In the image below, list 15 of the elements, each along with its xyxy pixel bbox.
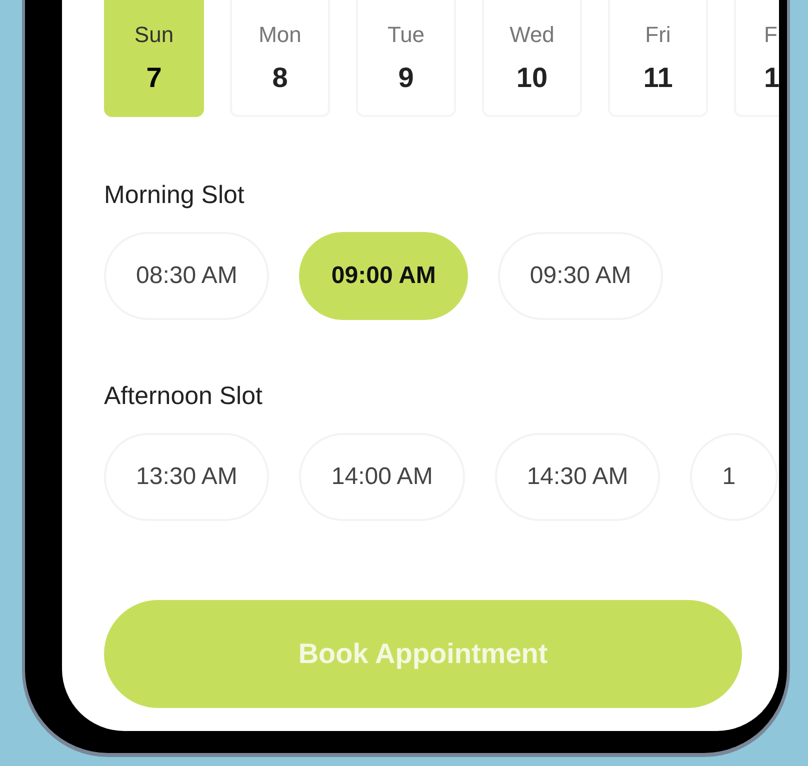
date-tab[interactable]: Fri 11 <box>608 0 708 117</box>
time-slot[interactable]: 09:30 AM <box>498 232 664 320</box>
date-tab[interactable]: Sun 7 <box>104 0 204 117</box>
time-slot[interactable]: 13:30 AM <box>104 433 270 521</box>
time-slot[interactable]: 09:00 AM <box>299 232 468 320</box>
date-tab[interactable]: Tue 9 <box>356 0 456 117</box>
date-tab[interactable]: Mon 8 <box>230 0 330 117</box>
time-slot[interactable]: 08:30 AM <box>104 232 270 320</box>
slot-group-title: Morning Slot <box>104 181 246 210</box>
slot-group-title: Afternoon Slot <box>104 382 264 411</box>
time-slot[interactable]: 14:00 AM <box>299 433 465 521</box>
time-slot[interactable]: 14:30 AM <box>494 433 660 521</box>
time-slot[interactable]: 1 <box>690 433 778 521</box>
date-tab[interactable]: F 1 <box>734 0 779 117</box>
date-tab[interactable]: Wed 10 <box>482 0 582 117</box>
